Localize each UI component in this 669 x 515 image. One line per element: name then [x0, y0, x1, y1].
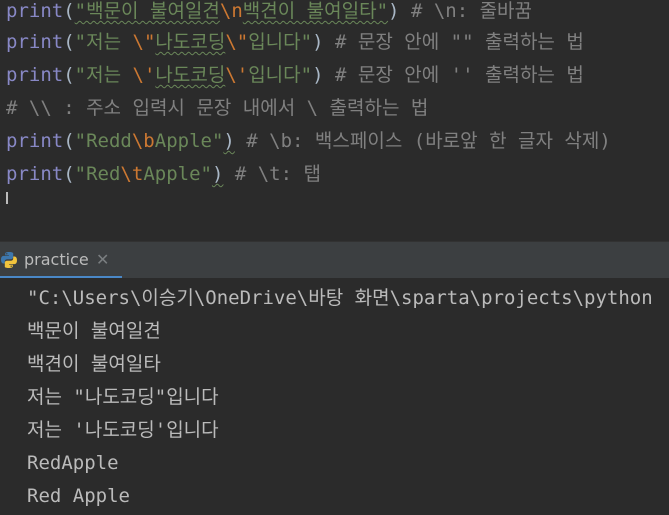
tab-practice[interactable]: practice ✕: [0, 242, 122, 279]
paren-close: ): [223, 130, 235, 152]
paren-open: (: [63, 130, 75, 152]
string-literal: "저는: [74, 64, 133, 86]
paren-close: ): [211, 163, 224, 185]
code-line-4[interactable]: # \\ : 주소 입력시 문장 내에서 \ 출력하는 법: [6, 92, 428, 125]
close-icon[interactable]: ✕: [96, 242, 109, 278]
console-line: RedApple: [27, 452, 119, 474]
escape-sequence: \": [132, 31, 156, 53]
string-literal: 백견이 불여일타": [242, 0, 389, 22]
keyword-print: print: [6, 31, 64, 53]
code-line-6[interactable]: print("Red\tApple") # \t: 탭: [6, 158, 321, 191]
string-literal: Apple": [154, 130, 224, 152]
escape-sequence: \': [132, 64, 156, 86]
console-line: Red Apple: [27, 485, 130, 507]
string-literal: "백문이 불여일견: [74, 0, 220, 22]
string-literal: 입니다": [248, 64, 313, 86]
string-literal: "Red: [74, 163, 121, 185]
code-line-2[interactable]: print("저는 \"나도코딩\"입니다") # 문장 안에 "" 출력하는 …: [6, 26, 584, 59]
code-comment: # \n: 줄바꿈: [399, 0, 533, 22]
paren-open: (: [63, 0, 75, 22]
string-literal: Apple": [143, 163, 212, 185]
console-line: 백문이 불여일견: [27, 320, 161, 342]
run-tool-window-header: practice ✕: [0, 241, 669, 279]
string-literal: "Redd: [74, 130, 132, 152]
escape-sequence: \": [225, 31, 249, 53]
console-line: 저는 "나도코딩"입니다: [27, 386, 219, 408]
code-comment: # \\ : 주소 입력시 문장 내에서 \ 출력하는 법: [6, 97, 429, 119]
code-editor[interactable]: print("백문이 불여일견\n백견이 불여일타") # \n: 줄바꿈 pr…: [0, 0, 669, 214]
string-literal: 나도코딩: [155, 64, 226, 86]
string-literal: 나도코딩: [155, 31, 226, 53]
panel-divider[interactable]: [0, 214, 669, 240]
string-literal: 입니다": [248, 31, 313, 53]
console-output[interactable]: "C:\Users\이승기\OneDrive\바탕 화면\sparta\proj…: [0, 278, 669, 515]
escape-sequence: \': [225, 64, 249, 86]
escape-sequence: \b: [131, 130, 155, 152]
paren-close: ): [312, 64, 324, 86]
keyword-print: print: [6, 163, 64, 185]
escape-sequence: \t: [120, 163, 144, 185]
code-comment: # 문장 안에 '' 출력하는 법: [323, 64, 584, 86]
console-line: "C:\Users\이승기\OneDrive\바탕 화면\sparta\proj…: [27, 287, 653, 309]
code-line-5[interactable]: print("Redd\bApple") # \b: 백스페이스 (바로앞 한 …: [6, 125, 611, 158]
tab-label: practice: [24, 250, 89, 269]
paren-close: ): [312, 31, 324, 53]
paren-open: (: [63, 163, 75, 185]
code-comment: # \t: 탭: [223, 163, 321, 185]
string-literal: "저는: [74, 31, 133, 53]
console-line: 저는 '나도코딩'입니다: [27, 419, 219, 441]
paren-open: (: [63, 31, 75, 53]
keyword-print: print: [6, 64, 64, 86]
escape-sequence: \n: [219, 0, 243, 22]
keyword-print: print: [6, 130, 64, 152]
code-comment: # \b: 백스페이스 (바로앞 한 글자 삭제): [234, 130, 611, 152]
code-comment: # 문장 안에 "" 출력하는 법: [323, 31, 584, 53]
text-caret: [6, 192, 8, 204]
python-icon: [0, 251, 18, 269]
code-line-3[interactable]: print("저는 \'나도코딩\'입니다") # 문장 안에 '' 출력하는 …: [6, 59, 584, 92]
console-line: 백견이 불여일타: [27, 353, 161, 375]
keyword-print: print: [6, 0, 64, 22]
paren-open: (: [63, 64, 75, 86]
paren-close: ): [388, 0, 400, 22]
code-line-1[interactable]: print("백문이 불여일견\n백견이 불여일타") # \n: 줄바꿈: [6, 0, 532, 28]
